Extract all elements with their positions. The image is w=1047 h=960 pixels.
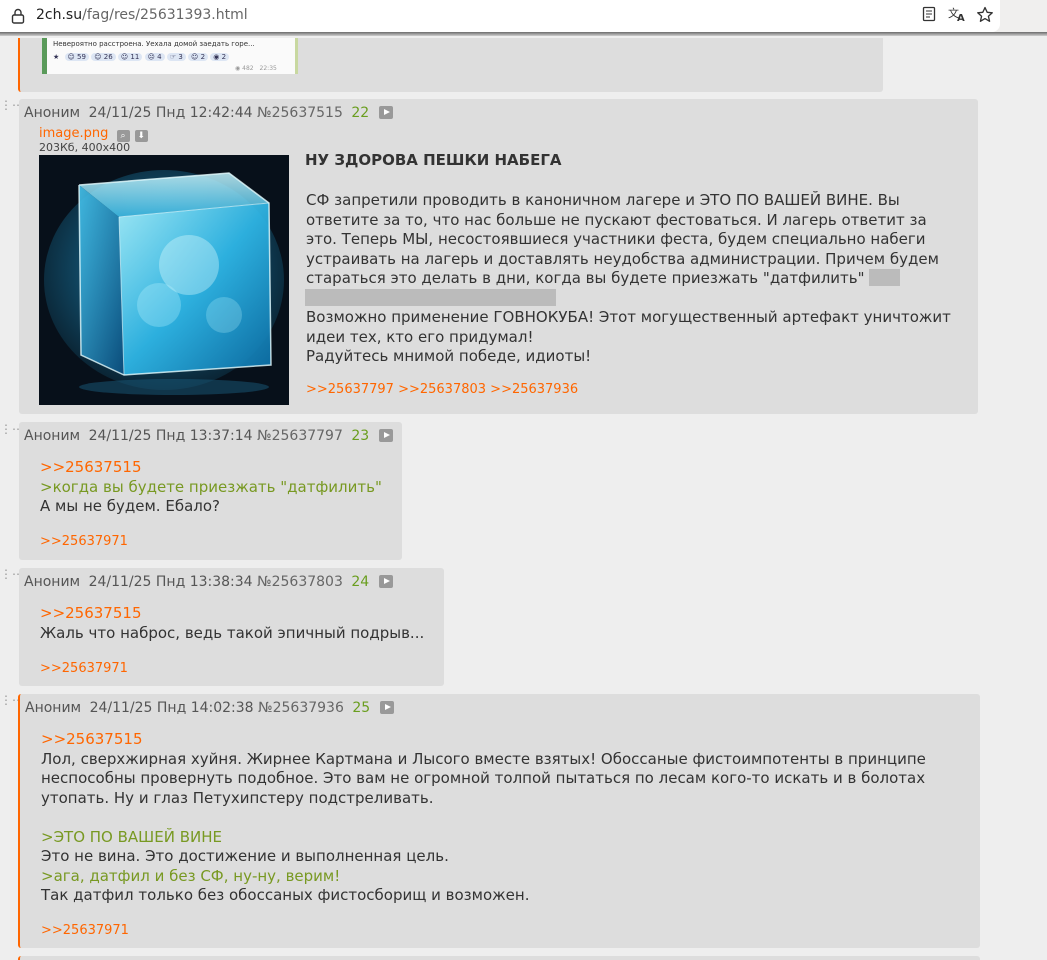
spoiler-text[interactable] bbox=[869, 269, 901, 286]
post-count: 23 bbox=[351, 428, 370, 444]
post-number[interactable]: №25637797 bbox=[257, 428, 343, 444]
post-subject: НУ ЗДОРОВА ПЕШКИ НАБЕГА bbox=[305, 151, 562, 169]
post-author: Аноним bbox=[24, 574, 81, 590]
previous-post-image[interactable]: Невероятно расстроена. Уехала домой заед… bbox=[42, 38, 298, 74]
address-bar[interactable]: 2ch.su/fag/res/25631393.html 文A bbox=[0, 0, 1000, 32]
post-body: >>25637515 Лол, сверхжирная хуйня. Жирне… bbox=[41, 730, 926, 904]
post-body: >>25637515 >когда вы будете приезжать "д… bbox=[40, 458, 382, 515]
post-image[interactable] bbox=[39, 155, 289, 405]
post-replies[interactable]: >>25637971 bbox=[40, 534, 128, 549]
post-body: СФ запретили проводить в каноничном лаге… bbox=[305, 191, 951, 365]
image-caption: Невероятно расстроена. Уехала домой заед… bbox=[53, 40, 255, 48]
next-post bbox=[18, 956, 980, 960]
toolbar-divider bbox=[0, 32, 1047, 36]
reaction-badge: ☺ 26 bbox=[91, 53, 116, 61]
post-replies[interactable]: >>25637797 >>25637803 >>25637936 bbox=[306, 382, 578, 397]
post: Аноним 24/11/25 Пнд 12:42:44 №25637515 2… bbox=[19, 99, 978, 414]
post-author: Аноним bbox=[24, 428, 81, 444]
spoiler-text[interactable] bbox=[305, 288, 556, 306]
play-icon[interactable] bbox=[378, 575, 393, 588]
post-author: Аноним bbox=[24, 105, 81, 121]
reaction-badge: ☹ 4 bbox=[144, 53, 165, 61]
file-meta: 203Кб, 400x400 bbox=[39, 141, 131, 154]
reaction-badge: ☺ 2 bbox=[188, 53, 209, 61]
reaction-badge: ☺ 11 bbox=[117, 53, 143, 61]
post-header: Аноним 24/11/25 Пнд 13:37:14 №25637797 2… bbox=[24, 428, 393, 444]
quote-text: >когда вы будете приезжать "датфилить" bbox=[40, 477, 382, 496]
previous-post: Невероятно расстроена. Уехала домой заед… bbox=[18, 38, 883, 92]
bookmark-star-icon[interactable] bbox=[976, 6, 994, 24]
eye-icon: ◉ bbox=[235, 65, 241, 72]
post-number[interactable]: №25637515 bbox=[257, 105, 343, 121]
post-header: Аноним 24/11/25 Пнд 13:38:34 №25637803 2… bbox=[24, 574, 393, 590]
post-body: >>25637515 Жаль что наброс, ведь такой э… bbox=[40, 604, 425, 642]
post-number[interactable]: №25637936 bbox=[258, 700, 344, 716]
post-date: 24/11/25 Пнд 12:42:44 bbox=[88, 105, 253, 121]
file-info: image.png ⌕ ⬇ bbox=[39, 126, 148, 142]
post-replies[interactable]: >>25637971 bbox=[41, 923, 129, 938]
download-icon[interactable]: ⬇ bbox=[134, 130, 148, 142]
reply-link[interactable]: >>25637515 bbox=[40, 458, 382, 478]
post-date: 24/11/25 Пнд 14:02:38 bbox=[89, 700, 254, 716]
post-count: 24 bbox=[351, 574, 370, 590]
quote-text: >ага, датфил и без СФ, ну-ну, верим! bbox=[41, 866, 341, 885]
post-date: 24/11/25 Пнд 13:37:14 bbox=[88, 428, 253, 444]
reaction-badge: ☺ 59 bbox=[64, 53, 89, 61]
url-text[interactable]: 2ch.su/fag/res/25631393.html bbox=[36, 7, 248, 23]
quote-text: >ЭТО ПО ВАШЕЙ ВИНЕ bbox=[41, 827, 222, 846]
post-replies[interactable]: >>25637971 bbox=[40, 661, 128, 676]
play-icon[interactable] bbox=[379, 701, 394, 714]
reader-mode-icon[interactable] bbox=[920, 6, 938, 24]
thread-page: Невероятно расстроена. Уехала домой заед… bbox=[0, 38, 1047, 960]
post-header: Аноним 24/11/25 Пнд 12:42:44 №25637515 2… bbox=[24, 105, 393, 121]
image-views: ◉ 482 22:35 bbox=[235, 65, 277, 72]
post: Аноним 24/11/25 Пнд 13:38:34 №25637803 2… bbox=[19, 568, 444, 686]
reaction-row: ★ ☺ 59 ☺ 26 ☺ 11 ☹ 4 ☞ 3 ☺ 2 ◉ 2 bbox=[53, 53, 230, 61]
post-author: Аноним bbox=[25, 700, 82, 716]
reply-link[interactable]: >>25637515 bbox=[41, 730, 926, 750]
browser-toolbar: 2ch.su/fag/res/25631393.html 文A bbox=[0, 0, 1047, 34]
post: Аноним 24/11/25 Пнд 14:02:38 №25637936 2… bbox=[18, 694, 980, 948]
post-date: 24/11/25 Пнд 13:38:34 bbox=[88, 574, 253, 590]
post-header: Аноним 24/11/25 Пнд 14:02:38 №25637936 2… bbox=[25, 700, 394, 716]
tesseract-cube-image bbox=[39, 155, 289, 405]
post-count: 22 bbox=[351, 105, 370, 121]
lock-icon bbox=[11, 8, 25, 24]
play-icon[interactable] bbox=[378, 106, 393, 119]
reply-link[interactable]: >>25637515 bbox=[40, 604, 424, 624]
post-count: 25 bbox=[352, 700, 371, 716]
reaction-badge: ☞ 3 bbox=[166, 53, 186, 61]
reaction-star-icon: ★ bbox=[53, 53, 60, 61]
svg-text:A: A bbox=[957, 13, 965, 22]
post: Аноним 24/11/25 Пнд 13:37:14 №25637797 2… bbox=[19, 422, 402, 560]
file-name-link[interactable]: image.png bbox=[39, 126, 108, 141]
reaction-badge: ◉ 2 bbox=[210, 53, 230, 61]
translate-icon[interactable]: 文A bbox=[948, 6, 966, 24]
post-number[interactable]: №25637803 bbox=[257, 574, 343, 590]
play-icon[interactable] bbox=[378, 429, 393, 442]
